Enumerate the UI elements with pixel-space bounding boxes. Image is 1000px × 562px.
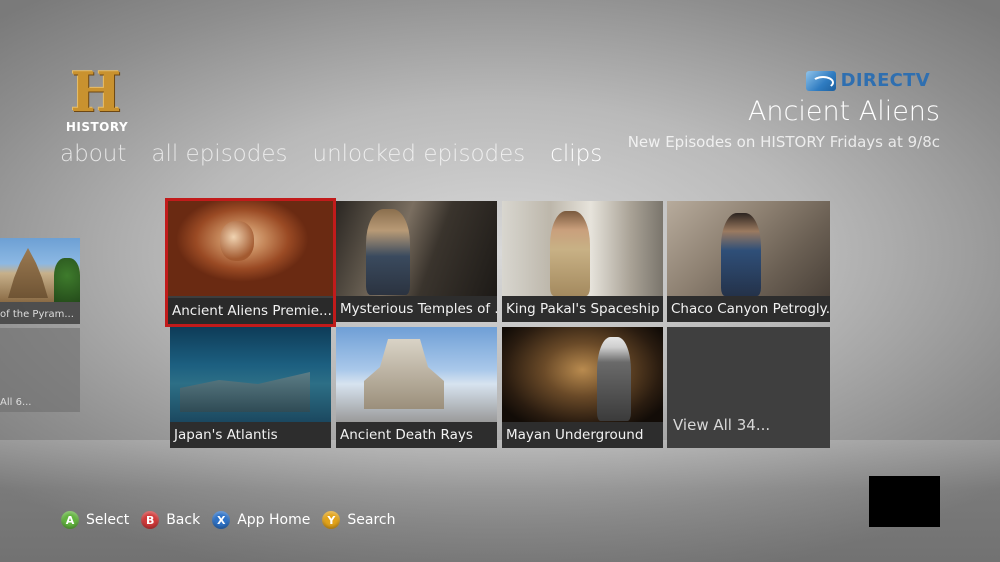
- app-home-label: App Home: [237, 512, 311, 528]
- clip-thumbnail: [336, 201, 497, 296]
- app-home-control[interactable]: X App Home: [212, 511, 310, 529]
- clip-thumbnail: [502, 201, 663, 296]
- clip-tile[interactable]: Japan's Atlantis: [170, 327, 331, 448]
- history-logo: H HISTORY: [64, 60, 130, 138]
- redacted-box: [869, 476, 940, 527]
- clip-thumbnail: [667, 201, 830, 296]
- back-label: Back: [166, 512, 201, 528]
- background-floor: [0, 440, 1000, 562]
- clip-tile[interactable]: Ancient Death Rays: [336, 327, 497, 448]
- clip-tile[interactable]: Mysterious Temples of ...: [336, 201, 497, 322]
- back-control[interactable]: B Back: [141, 511, 200, 529]
- x-button-icon: X: [212, 511, 231, 529]
- select-control[interactable]: A Select: [61, 511, 129, 529]
- tab-bar: about all episodes unlocked episodes cli…: [60, 141, 602, 167]
- directv-cyclone-icon: [805, 70, 836, 91]
- tab-about[interactable]: about: [60, 141, 126, 167]
- directv-logo: DIRECTV: [805, 70, 930, 91]
- clip-title: Chaco Canyon Petrogly...: [667, 296, 830, 322]
- controller-legend: A Select B Back X App Home Y Search: [61, 511, 407, 529]
- tab-unlocked-episodes[interactable]: unlocked episodes: [313, 141, 526, 167]
- clip-thumbnail: [168, 201, 333, 296]
- prev-pane-view-all-label: All 6...: [0, 397, 32, 408]
- history-logo-word: HISTORY: [65, 120, 129, 134]
- prev-pane-view-all-tile[interactable]: All 6...: [0, 328, 80, 412]
- clip-tile[interactable]: Ancient Aliens Premie...: [165, 198, 336, 327]
- tab-clips[interactable]: clips: [550, 141, 602, 167]
- clip-title: King Pakal's Spaceship: [502, 296, 663, 322]
- b-button-icon: B: [141, 511, 160, 529]
- clip-title: Japan's Atlantis: [170, 422, 331, 448]
- clip-tile[interactable]: King Pakal's Spaceship: [502, 201, 663, 322]
- clip-thumbnail: [502, 327, 663, 422]
- clip-thumbnail: [336, 327, 497, 422]
- clip-title: Ancient Death Rays: [336, 422, 497, 448]
- clip-title: Mayan Underground: [502, 422, 663, 448]
- show-subtitle: New Episodes on HISTORY Fridays at 9/8c: [627, 133, 940, 151]
- select-label: Select: [86, 512, 130, 528]
- directv-wordmark: DIRECTV: [840, 70, 930, 91]
- search-control[interactable]: Y Search: [322, 511, 395, 529]
- prev-pane-tile[interactable]: of the Pyram...: [0, 238, 80, 324]
- clip-thumbnail: [170, 327, 331, 422]
- clip-tile[interactable]: Chaco Canyon Petrogly...: [667, 201, 830, 322]
- clip-title: Ancient Aliens Premie...: [168, 298, 333, 324]
- y-button-icon: Y: [322, 511, 341, 529]
- show-title: Ancient Aliens: [747, 96, 940, 127]
- search-label: Search: [347, 512, 396, 528]
- history-logo-letter: H: [70, 60, 122, 124]
- tab-all-episodes[interactable]: all episodes: [151, 141, 287, 167]
- view-all-tile[interactable]: View All 34...: [667, 327, 830, 448]
- clip-tile[interactable]: Mayan Underground: [502, 327, 663, 448]
- a-button-icon: A: [61, 511, 79, 529]
- pyramid-thumbnail: [0, 238, 80, 302]
- prev-pane-tile-label: of the Pyram...: [0, 309, 74, 320]
- clip-title: Mysterious Temples of ...: [336, 296, 497, 322]
- view-all-label: View All 34...: [673, 416, 771, 434]
